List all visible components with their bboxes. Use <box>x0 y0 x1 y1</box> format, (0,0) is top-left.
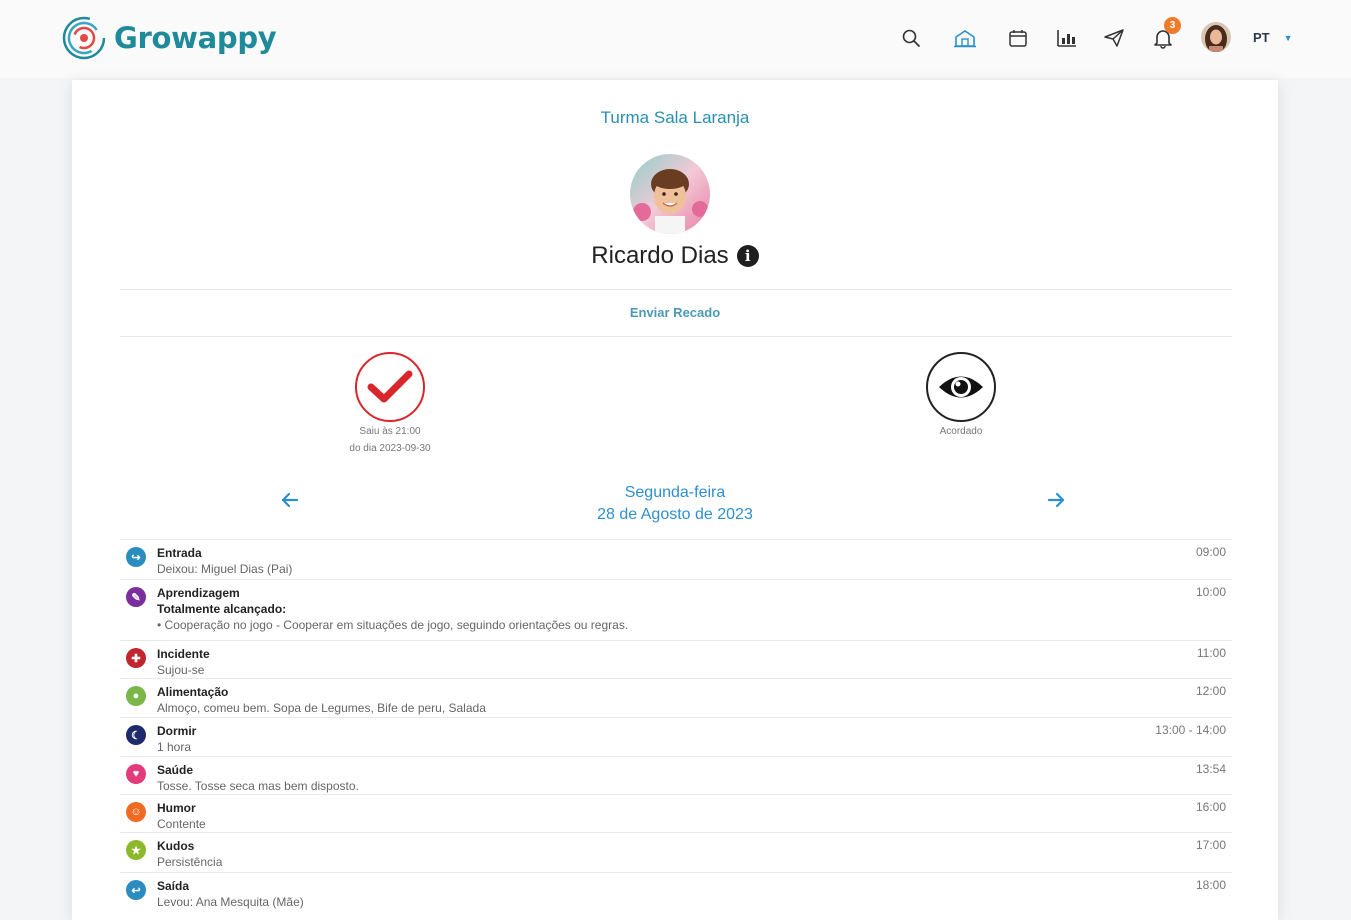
list-item-entry[interactable]: ↪ Entrada Deixou: Miguel Dias (Pai) 09:0… <box>120 539 1232 579</box>
activity-time: 18:00 <box>1195 878 1226 892</box>
send-message-link[interactable]: Enviar Recado <box>72 305 1278 320</box>
brand-logo[interactable]: Growappy <box>62 16 277 60</box>
checkmark-shape <box>367 370 413 403</box>
divider <box>120 336 1232 337</box>
kudos-icon: ★ <box>126 840 146 860</box>
current-date: Segunda-feira 28 de Agosto de 2023 <box>72 482 1278 526</box>
activity-title: Humor <box>157 801 196 815</box>
activity-list: ↪ Entrada Deixou: Miguel Dias (Pai) 09:0… <box>120 539 1232 912</box>
school-icon <box>954 30 976 48</box>
activity-description: • Cooperação no jogo - Cooperar em situa… <box>157 618 629 632</box>
school-button[interactable] <box>953 26 977 50</box>
eye-icon <box>926 352 996 422</box>
activity-time: 13:00 - 14:00 <box>1155 723 1226 737</box>
checkout-status-line2: do dia 2023-09-30 <box>349 443 431 454</box>
child-name-row: Ricardo Dias i <box>72 242 1278 270</box>
activity-description: Tosse. Tosse seca mas bem disposto. <box>157 779 359 793</box>
mood-icon: ☺ <box>126 802 146 822</box>
activity-time: 12:00 <box>1195 684 1226 698</box>
child-name: Ricardo Dias <box>591 242 729 269</box>
entry-icon: ↪ <box>126 547 146 567</box>
user-avatar[interactable] <box>1201 22 1231 52</box>
calendar-button[interactable] <box>1006 26 1030 50</box>
activity-description: Levou: Ana Mesquita (Mãe) <box>157 895 304 909</box>
list-item-kudos[interactable]: ★ Kudos Persistência 17:00 <box>120 832 1232 872</box>
activity-title: Aprendizagem <box>157 586 240 600</box>
notification-badge: 3 <box>1164 17 1181 34</box>
list-item-exit[interactable]: ↩ Saída Levou: Ana Mesquita (Mãe) 18:00 <box>120 872 1232 912</box>
activity-description: Sujou-se <box>157 663 205 677</box>
notifications-button[interactable]: 3 <box>1151 17 1181 50</box>
activity-description: 1 hora <box>157 740 192 754</box>
chart-icon <box>1057 30 1076 47</box>
activity-title: Alimentação <box>157 685 229 699</box>
brand-name: Growappy <box>114 21 277 55</box>
child-diary-card: Turma Sala Laranja Ricardo Dias i Enviar… <box>72 80 1278 920</box>
current-weekday: Segunda-feira <box>624 484 726 501</box>
sleep-icon: ☾ <box>126 725 146 745</box>
date-navigator: Segunda-feira 28 de Agosto de 2023 <box>72 480 1278 530</box>
messages-button[interactable] <box>1102 26 1126 50</box>
child-avatar <box>630 154 710 234</box>
activity-time: 11:00 <box>1196 646 1226 660</box>
awake-status: Acordado <box>871 352 1051 441</box>
list-item-health[interactable]: ♥ Saúde Tosse. Tosse seca mas bem dispos… <box>120 756 1232 794</box>
class-name-link[interactable]: Turma Sala Laranja <box>72 108 1278 128</box>
growappy-logo-icon <box>62 16 106 60</box>
activity-title: Incidente <box>157 647 210 661</box>
activity-time: 10:00 <box>1195 585 1226 599</box>
eye-shape <box>939 376 983 398</box>
info-icon[interactable]: i <box>736 245 759 267</box>
check-icon <box>355 352 425 422</box>
activity-time: 09:00 <box>1195 545 1226 559</box>
activity-description: Persistência <box>157 855 223 869</box>
list-item-mood[interactable]: ☺ Humor Contente 16:00 <box>120 794 1232 832</box>
divider <box>120 289 1232 290</box>
incident-icon: ✚ <box>126 648 146 668</box>
activity-time: 13:54 <box>1195 762 1226 776</box>
list-item-sleep[interactable]: ☾ Dormir 1 hora 13:00 - 14:00 <box>120 717 1232 756</box>
search-icon <box>902 29 920 47</box>
health-icon: ♥ <box>126 764 146 784</box>
search-button[interactable] <box>899 26 923 50</box>
list-item-food[interactable]: ● Alimentação Almoço, comeu bem. Sopa de… <box>120 678 1232 717</box>
list-item-learning[interactable]: ✎ Aprendizagem Totalmente alcançado: • C… <box>120 579 1232 640</box>
exit-icon: ↩ <box>126 880 146 900</box>
current-full-date: 28 de Agosto de 2023 <box>597 506 753 523</box>
activity-title: Entrada <box>157 546 202 560</box>
language-selector[interactable]: PT ▼ <box>1253 30 1293 45</box>
activity-title: Dormir <box>157 724 197 738</box>
language-label: PT <box>1253 30 1270 45</box>
send-icon <box>1104 29 1124 47</box>
reports-button[interactable] <box>1055 26 1079 50</box>
child-photo-icon <box>630 154 710 234</box>
activity-time: 17:00 <box>1195 838 1226 852</box>
user-photo-icon <box>1201 22 1231 52</box>
checkout-status: Saiu às 21:00 do dia 2023-09-30 <box>300 352 480 458</box>
top-bar: Growappy 3 PT ▼ <box>0 0 1351 78</box>
activity-title: Kudos <box>157 839 195 853</box>
calendar-icon <box>1009 30 1027 47</box>
activity-description: Contente <box>157 817 206 831</box>
activity-description: Almoço, comeu bem. Sopa de Legumes, Bife… <box>157 701 486 715</box>
chevron-down-icon: ▼ <box>1283 32 1293 43</box>
activity-title: Saída <box>157 879 190 893</box>
learning-icon: ✎ <box>126 587 146 607</box>
next-day-button[interactable] <box>1044 488 1068 512</box>
activity-time: 16:00 <box>1195 800 1226 814</box>
awake-status-label: Acordado <box>939 426 983 437</box>
arrow-right-icon <box>1047 492 1065 508</box>
activity-description: Deixou: Miguel Dias (Pai) <box>157 562 293 576</box>
food-icon: ● <box>126 686 146 706</box>
activity-subtitle: Totalmente alcançado: <box>157 602 287 616</box>
list-item-incident[interactable]: ✚ Incidente Sujou-se 11:00 <box>120 640 1232 678</box>
activity-title: Saúde <box>157 763 194 777</box>
